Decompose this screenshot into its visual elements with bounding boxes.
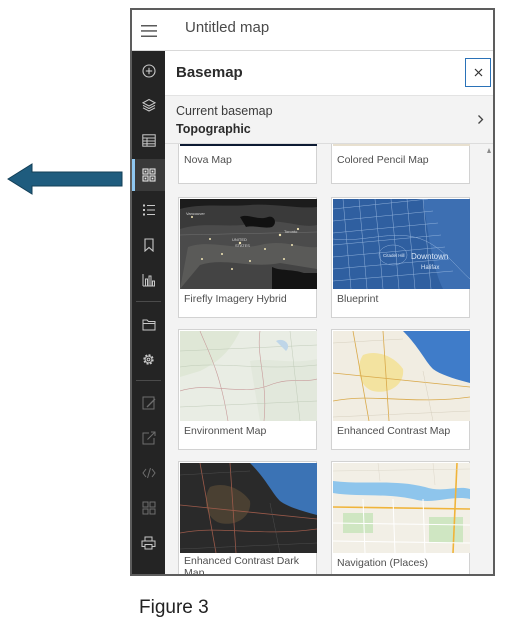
folder-icon — [142, 319, 155, 330]
colored-pencil-thumbnail-edge — [333, 144, 470, 146]
basemap-tile-firefly-imagery-hybrid[interactable]: Vancouver UNITED STATES Toronto Firefly … — [178, 197, 317, 318]
basemap-tile-label: Enhanced Contrast Dark Map — [184, 555, 299, 574]
add-button[interactable] — [132, 55, 165, 87]
top-header: Untitled map — [132, 10, 493, 51]
share-button[interactable] — [132, 422, 165, 454]
basemap-tile-label: Environment Map — [184, 425, 267, 437]
embed-icon — [141, 467, 156, 479]
rail-divider — [136, 301, 161, 302]
navigation-places-thumbnail — [333, 463, 470, 553]
map-place-label: Downtown — [411, 252, 448, 261]
print-icon — [141, 536, 156, 550]
map-place-label: Citadel Hill — [383, 253, 405, 258]
map-title[interactable]: Untitled map — [185, 19, 269, 36]
bookmark-icon — [143, 238, 154, 252]
map-place-label: Vancouver — [186, 211, 205, 216]
basemap-gallery-button[interactable] — [132, 159, 165, 191]
add-icon — [141, 64, 156, 78]
close-panel-button[interactable] — [465, 58, 491, 87]
basemap-tile-environment-map[interactable]: Environment Map — [178, 329, 317, 450]
pointer-arrow-icon — [7, 163, 123, 195]
enhanced-contrast-map-thumbnail — [333, 331, 470, 421]
close-icon — [474, 68, 482, 77]
basemap-tile-label: Firefly Imagery Hybrid — [184, 293, 287, 305]
action-rail — [132, 51, 165, 574]
chevron-right-icon — [478, 115, 484, 124]
map-viewer-window: Untitled map Basemap Current basemap Top… — [130, 8, 495, 576]
nova-map-thumbnail-edge — [180, 144, 317, 146]
basemap-tile-label: Colored Pencil Map — [337, 154, 429, 166]
content-button[interactable] — [132, 308, 165, 340]
apps-button[interactable] — [132, 492, 165, 524]
layers-icon — [141, 98, 156, 112]
basemap-gallery[interactable]: Nova Map Colored Pencil Map Vancouver UN… — [165, 144, 493, 574]
rail-divider — [136, 380, 161, 381]
map-place-label: Toronto — [284, 229, 298, 234]
basemap-tile-label: Navigation (Places) — [337, 557, 429, 569]
map-place-label: Halifax — [421, 265, 439, 271]
current-basemap-row[interactable]: Current basemap Topographic — [165, 96, 493, 144]
edit-icon — [142, 396, 155, 410]
figure-caption: Figure 3 — [139, 597, 209, 618]
hamburger-menu-icon — [140, 24, 157, 37]
settings-button[interactable] — [132, 343, 165, 375]
basemap-tile-colored-pencil-map[interactable]: Colored Pencil Map — [331, 144, 470, 184]
panel-title: Basemap — [176, 64, 243, 81]
basemap-tile-blueprint[interactable]: Citadel Hill Downtown Halifax Blueprint — [331, 197, 470, 318]
bookmarks-button[interactable] — [132, 229, 165, 261]
basemap-tile-label: Blueprint — [337, 293, 379, 305]
charts-icon — [142, 274, 155, 287]
apps-icon — [142, 501, 155, 515]
firefly-imagery-hybrid-thumbnail: Vancouver UNITED STATES Toronto — [180, 199, 317, 289]
basemap-tile-label: Enhanced Contrast Map — [337, 425, 451, 437]
basemap-tile-navigation-places[interactable]: Navigation (Places) — [331, 461, 470, 574]
basemap-tile-enhanced-contrast-map[interactable]: Enhanced Contrast Map — [331, 329, 470, 450]
scroll-up-arrow-icon[interactable] — [487, 148, 491, 154]
embed-button[interactable] — [132, 457, 165, 489]
map-place-label: UNITED — [232, 237, 247, 242]
map-place-label: STATES — [235, 243, 250, 248]
basemap-panel: Basemap Current basemap Topographic Nova… — [165, 51, 493, 574]
basemap-tile-nova-map[interactable]: Nova Map — [178, 144, 317, 184]
layers-button[interactable] — [132, 89, 165, 121]
table-icon — [141, 133, 156, 147]
charts-button[interactable] — [132, 264, 165, 296]
print-button[interactable] — [132, 527, 165, 559]
current-basemap-label: Current basemap — [176, 104, 273, 118]
gear-icon — [143, 353, 154, 365]
edit-button[interactable] — [132, 387, 165, 419]
basemap-tile-enhanced-contrast-dark-map[interactable]: Enhanced Contrast Dark Map — [178, 461, 317, 574]
share-icon — [142, 431, 155, 445]
blueprint-thumbnail: Citadel Hill Downtown Halifax — [333, 199, 470, 289]
current-basemap-value: Topographic — [176, 122, 251, 136]
enhanced-contrast-dark-map-thumbnail — [180, 463, 317, 553]
table-button[interactable] — [132, 124, 165, 156]
basemap-gallery-icon — [141, 168, 156, 182]
environment-map-thumbnail — [180, 331, 317, 421]
menu-button[interactable] — [132, 10, 165, 51]
basemap-tile-label: Nova Map — [184, 154, 232, 166]
panel-header: Basemap — [165, 51, 493, 96]
legend-icon — [142, 204, 155, 216]
legend-button[interactable] — [132, 194, 165, 226]
